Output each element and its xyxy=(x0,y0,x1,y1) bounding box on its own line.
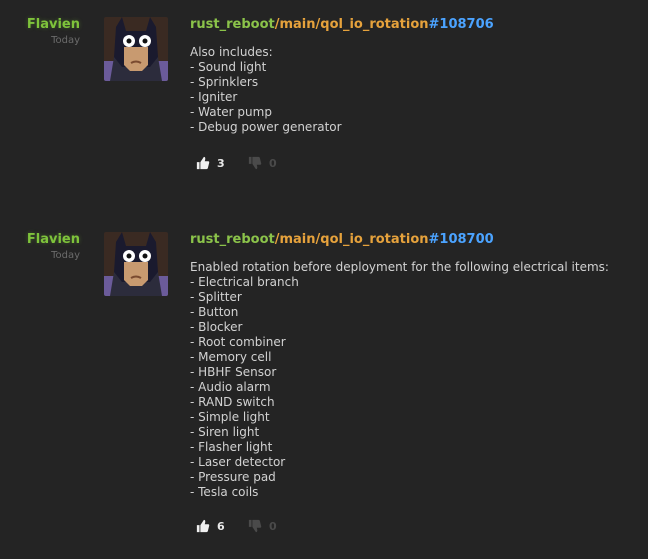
message-line: - Electrical branch xyxy=(190,275,299,289)
commit-message: Enabled rotation before deployment for t… xyxy=(190,260,640,500)
author-block: Flavien Today xyxy=(0,232,80,263)
author-name[interactable]: Flavien xyxy=(0,17,80,33)
commit-message: Also includes: - Sound light - Sprinkler… xyxy=(190,45,640,135)
author-block: Flavien Today xyxy=(0,17,80,48)
message-line: - Igniter xyxy=(190,90,238,104)
message-line: - Splitter xyxy=(190,290,242,304)
message-line: - Water pump xyxy=(190,105,272,119)
message-line: - Laser detector xyxy=(190,455,286,469)
upvote-count: 6 xyxy=(217,519,225,533)
commit-hash[interactable]: #108700 xyxy=(429,232,494,247)
post-time: Today xyxy=(51,250,80,261)
post-content: rust_reboot/main/qol_io_rotation#108700 … xyxy=(190,232,640,500)
message-line: - Pressure pad xyxy=(190,470,276,484)
message-line: - Flasher light xyxy=(190,440,273,454)
message-line: - Simple light xyxy=(190,410,270,424)
message-line: - Sprinklers xyxy=(190,75,259,89)
author-name[interactable]: Flavien xyxy=(0,232,80,248)
message-line: Also includes: xyxy=(190,45,273,59)
avatar[interactable] xyxy=(104,17,168,81)
commit-link[interactable]: rust_reboot/main/qol_io_rotation#108700 xyxy=(190,232,640,248)
thumbs-up-icon xyxy=(196,519,210,533)
message-line: - Sound light xyxy=(190,60,267,74)
post-content: rust_reboot/main/qol_io_rotation#108706 … xyxy=(190,17,640,135)
branch-path[interactable]: /main/qol_io_rotation xyxy=(275,232,429,247)
repo-name[interactable]: rust_reboot xyxy=(190,232,275,247)
message-line: - Memory cell xyxy=(190,350,272,364)
message-line: - Siren light xyxy=(190,425,260,439)
message-line: - Audio alarm xyxy=(190,380,271,394)
commit-hash[interactable]: #108706 xyxy=(429,17,494,32)
thumbs-down-icon xyxy=(248,156,262,170)
batman-avatar-icon xyxy=(104,232,168,296)
downvote-button[interactable]: 0 xyxy=(248,517,277,535)
message-line: Enabled rotation before deployment for t… xyxy=(190,260,609,274)
commit-link[interactable]: rust_reboot/main/qol_io_rotation#108706 xyxy=(190,17,640,33)
branch-path[interactable]: /main/qol_io_rotation xyxy=(275,17,429,32)
thumbs-up-icon xyxy=(196,156,210,170)
message-line: - RAND switch xyxy=(190,395,275,409)
downvote-count: 0 xyxy=(269,156,277,170)
message-line: - Button xyxy=(190,305,239,319)
upvote-button[interactable]: 3 xyxy=(196,154,225,172)
downvote-count: 0 xyxy=(269,519,277,533)
post-time: Today xyxy=(51,35,80,46)
message-line: - Root combiner xyxy=(190,335,286,349)
avatar[interactable] xyxy=(104,232,168,296)
message-line: - Tesla coils xyxy=(190,485,259,499)
upvote-count: 3 xyxy=(217,156,225,170)
batman-avatar-icon xyxy=(104,17,168,81)
commit-feed: Flavien Today rust_reboot/main/qol_io_ro… xyxy=(0,0,648,559)
message-line: - HBHF Sensor xyxy=(190,365,277,379)
repo-name[interactable]: rust_reboot xyxy=(190,17,275,32)
thumbs-down-icon xyxy=(248,519,262,533)
upvote-button[interactable]: 6 xyxy=(196,517,225,535)
message-line: - Debug power generator xyxy=(190,120,342,134)
message-line: - Blocker xyxy=(190,320,243,334)
downvote-button[interactable]: 0 xyxy=(248,154,277,172)
